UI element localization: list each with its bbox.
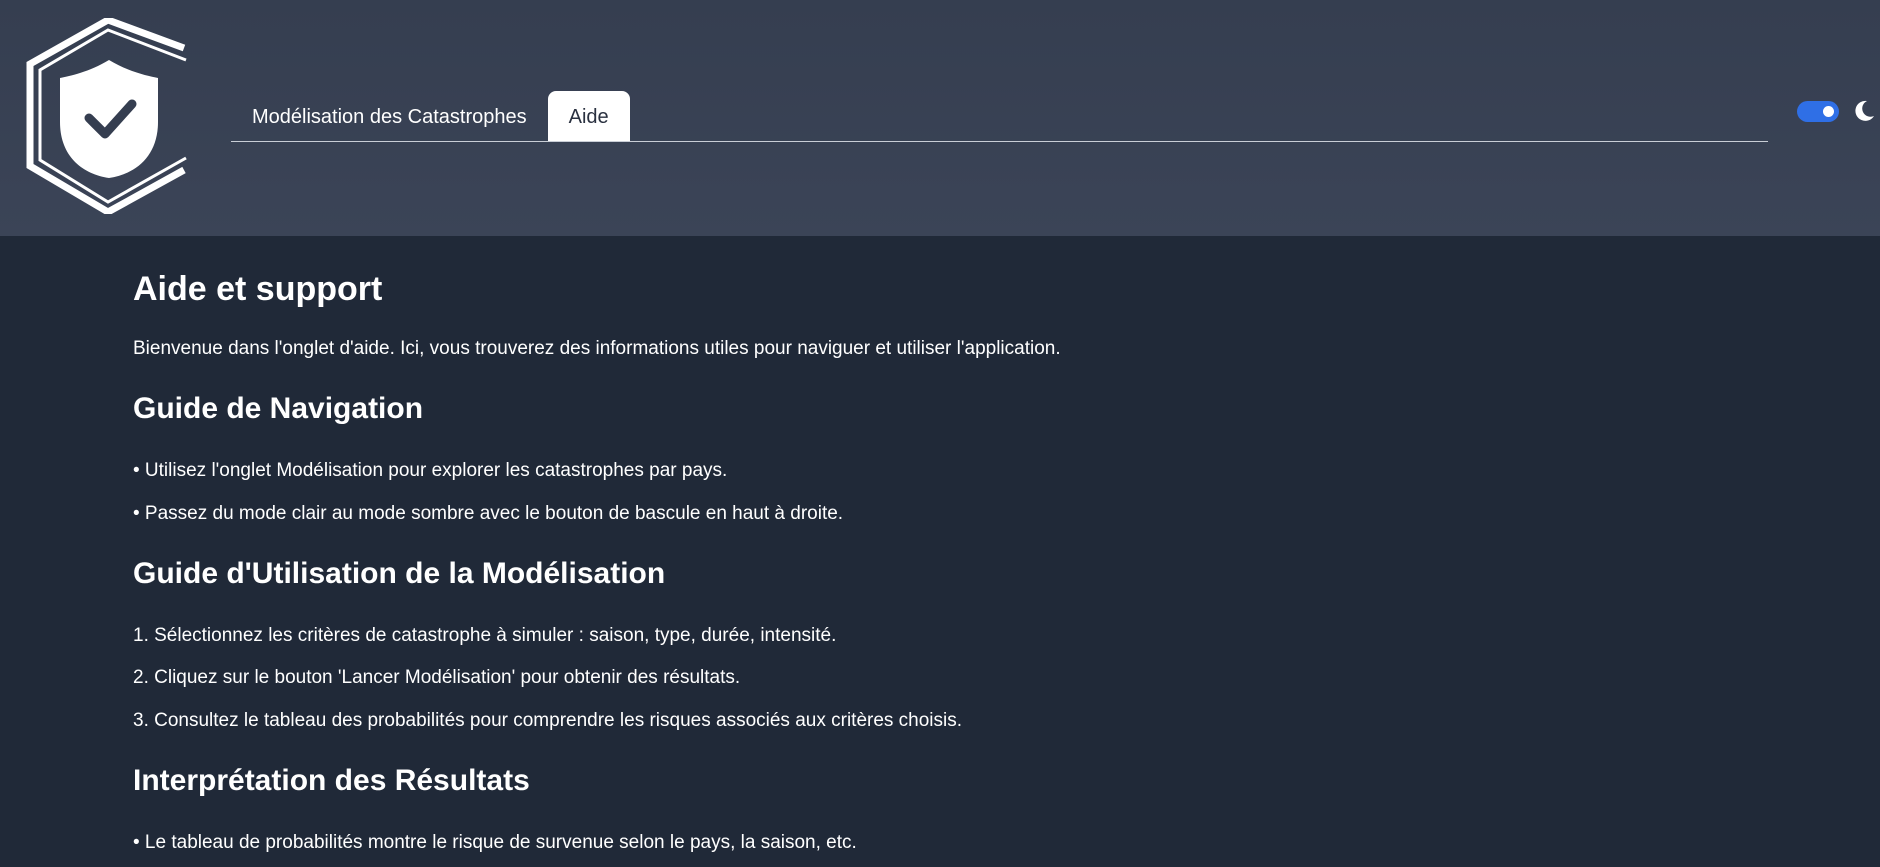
theme-toggle-switch[interactable] xyxy=(1797,101,1839,122)
intro-text: Bienvenue dans l'onglet d'aide. Ici, vou… xyxy=(133,338,1061,359)
list-item: 2. Cliquez sur le bouton 'Lancer Modélis… xyxy=(133,667,741,688)
tab-aide[interactable]: Aide xyxy=(547,91,630,141)
section-heading-utilisation: Guide d'Utilisation de la Modélisation xyxy=(133,557,666,590)
list-item: • Utilisez l'onglet Modélisation pour ex… xyxy=(133,460,728,481)
section-heading-navigation: Guide de Navigation xyxy=(133,392,424,425)
tab-bar: Modélisation des Catastrophes Aide xyxy=(231,90,1768,142)
shield-check-logo-icon xyxy=(26,18,187,214)
list-item: 1. Sélectionnez les critères de catastro… xyxy=(133,625,837,646)
tab-modelisation[interactable]: Modélisation des Catastrophes xyxy=(231,91,548,141)
list-item: • Passez du mode clair au mode sombre av… xyxy=(133,503,844,524)
page-title: Aide et support xyxy=(133,270,383,308)
section-heading-interpretation: Interprétation des Résultats xyxy=(133,764,530,797)
app-header: Modélisation des Catastrophes Aide xyxy=(0,0,1880,236)
moon-icon xyxy=(1855,100,1874,121)
toggle-knob xyxy=(1823,106,1834,117)
list-item: 3. Consultez le tableau des probabilités… xyxy=(133,710,963,731)
list-item: • Le tableau de probabilités montre le r… xyxy=(133,832,857,853)
